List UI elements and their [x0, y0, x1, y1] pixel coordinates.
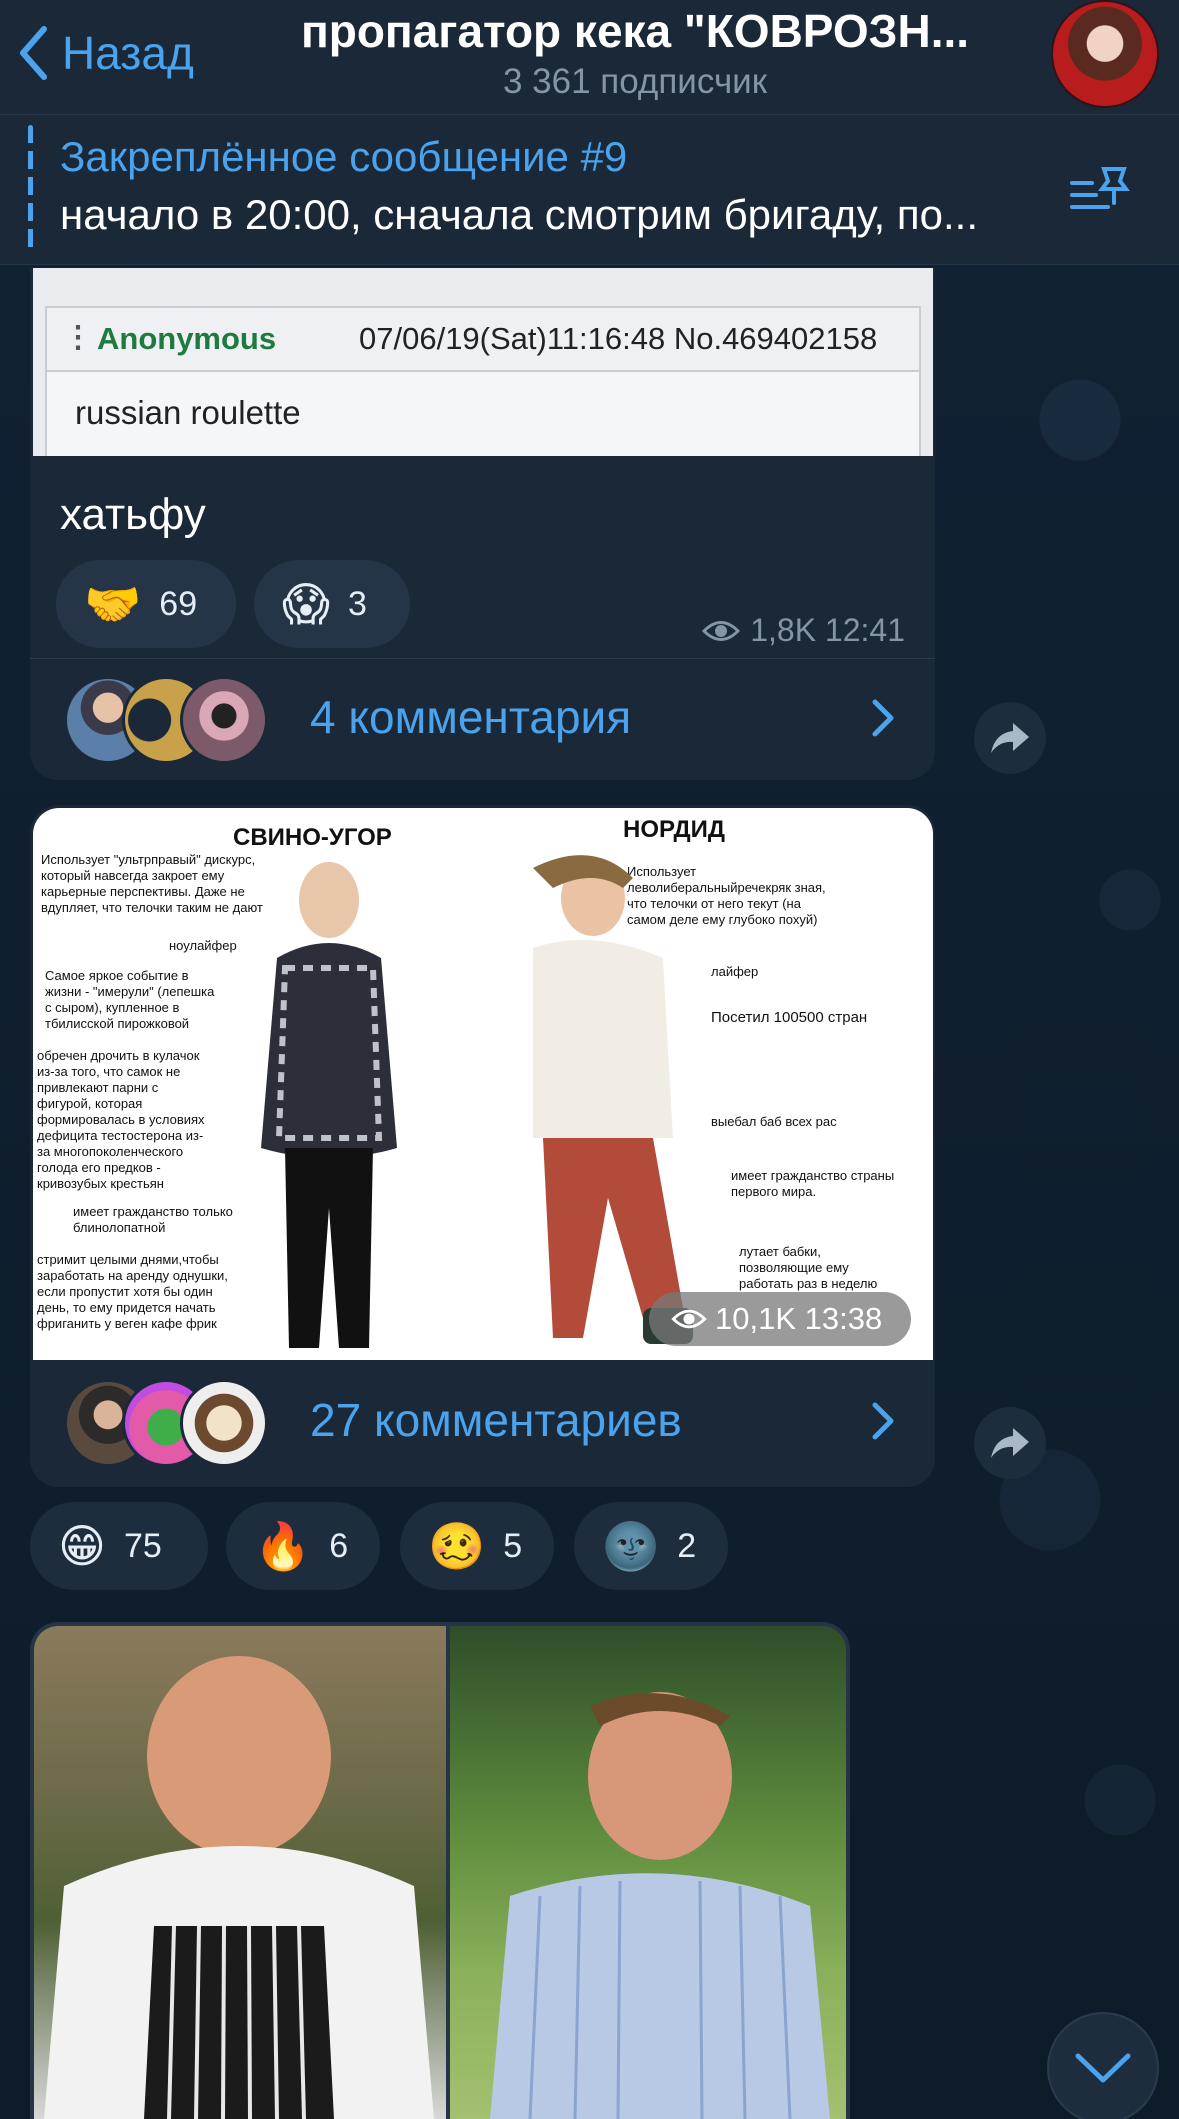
reaction-count: 5	[503, 1526, 523, 1565]
back-button[interactable]: Назад	[18, 18, 194, 88]
photo-person-right	[490, 1692, 830, 2119]
photo-left-half[interactable]	[34, 1626, 446, 2119]
reaction-scream[interactable]: 😱 3	[254, 560, 410, 648]
forum-screenshot-image[interactable]: ⋮ Anonymous 07/06/19(Sat)11:16:48 No.469…	[33, 268, 933, 456]
moon-face-emoji: 🌚	[602, 1519, 660, 1572]
meme-left-figure	[261, 862, 397, 1348]
photo-person-left	[44, 1656, 434, 2119]
channel-avatar[interactable]	[1051, 0, 1159, 108]
woozy-emoji: 🥴	[428, 1519, 486, 1572]
comments-divider	[30, 658, 935, 659]
message-meta: 1,8K 12:41	[702, 612, 905, 649]
handshake-emoji: 🤝	[84, 577, 142, 630]
more-dots-icon: ⋮	[63, 321, 93, 354]
meme-note: Посетил 100500 стран	[711, 1009, 868, 1026]
view-count: 1,8K	[750, 612, 817, 648]
pinned-list-icon[interactable]	[1068, 163, 1132, 219]
chevron-left-icon	[20, 26, 47, 80]
pinned-message-bar[interactable]: Закреплённое сообщение #9 начало в 20:00…	[0, 115, 1179, 265]
screenshot-post-body: russian roulette	[45, 372, 921, 456]
meme-note: имеет гражданство страны первого мира.	[731, 1168, 895, 1199]
pinned-indicator	[28, 125, 33, 255]
pinned-title: Закреплённое сообщение #9	[60, 133, 628, 180]
chat-header: Назад пропагатор кека "КОВРОЗН... 3 361 …	[0, 0, 1179, 115]
commenter-avatar	[180, 676, 268, 764]
scroll-down-button[interactable]	[1047, 2012, 1159, 2119]
meme-note: лайфер	[711, 964, 759, 979]
screenshot-author: Anonymous	[97, 321, 277, 356]
message-bubble[interactable]: СВИНО-УГОР НОРДИД Использует "ультрправы…	[30, 805, 935, 1487]
reaction-grin[interactable]: 😁 75	[30, 1502, 208, 1590]
image-views-pill: 10,1K 13:38	[649, 1292, 911, 1346]
commenter-avatar	[180, 1379, 268, 1467]
message-time: 13:38	[804, 1301, 883, 1336]
fire-emoji: 🔥	[254, 1519, 312, 1572]
reaction-fire[interactable]: 🔥 6	[226, 1502, 380, 1590]
photo-right-half[interactable]	[450, 1626, 846, 2119]
pinned-text: начало в 20:00, сначала смотрим бригаду,…	[60, 191, 978, 238]
meme-note: выебал баб всех рас	[711, 1114, 837, 1129]
reaction-count: 75	[123, 1526, 162, 1565]
screenshot-date: 07/06/19(Sat)11:16:48 No.469402158	[359, 321, 878, 356]
reaction-woozy[interactable]: 🥴 5	[400, 1502, 554, 1590]
share-icon	[991, 1428, 1029, 1458]
comments-button[interactable]: 27 комментариев	[30, 1363, 935, 1483]
comments-count-label: 4 комментария	[310, 691, 632, 743]
reaction-moon[interactable]: 🌚 2	[574, 1502, 728, 1590]
message-time: 12:41	[824, 612, 905, 648]
meme-note: Самое яркое событие в жизни - "имерули" …	[45, 968, 215, 1031]
grin-emoji: 😁	[58, 1520, 106, 1572]
subscriber-count: 3 361 подписчик	[502, 62, 768, 101]
share-icon	[991, 723, 1029, 753]
meme-note: обречен дрочить в кулачок из-за того, чт…	[37, 1048, 205, 1191]
screenshot-post-header: ⋮ Anonymous 07/06/19(Sat)11:16:48 No.469…	[45, 306, 921, 372]
meme-right-figure	[533, 855, 693, 1344]
message-bubble[interactable]	[30, 1622, 850, 2119]
chevron-down-icon	[1075, 2053, 1131, 2083]
reaction-count: 69	[159, 584, 198, 623]
scream-emoji: 😱	[282, 578, 330, 630]
reaction-count: 6	[329, 1526, 349, 1565]
comments-button[interactable]: 4 комментария	[30, 660, 935, 780]
share-button[interactable]	[974, 1407, 1046, 1479]
view-count: 10,1K	[715, 1301, 797, 1336]
share-button[interactable]	[974, 702, 1046, 774]
comments-count-label: 27 комментариев	[310, 1394, 682, 1446]
meme-note: лутает бабки, позволяющие ему работать р…	[739, 1244, 878, 1291]
meme-note: стримит целыми днями,чтобы заработать на…	[37, 1252, 228, 1331]
chevron-right-icon	[872, 1402, 894, 1440]
reaction-count: 2	[677, 1526, 697, 1565]
message-text: хатьфу	[60, 490, 206, 539]
eye-icon	[671, 1309, 707, 1329]
message-bubble[interactable]: ⋮ Anonymous 07/06/19(Sat)11:16:48 No.469…	[30, 268, 935, 780]
chevron-right-icon	[872, 699, 894, 737]
reaction-count: 3	[347, 584, 367, 623]
reaction-handshake[interactable]: 🤝 69	[56, 560, 236, 648]
screenshot-text: russian roulette	[75, 394, 301, 431]
meme-image[interactable]: СВИНО-УГОР НОРДИД Использует "ультрправы…	[33, 808, 933, 1360]
eye-icon	[702, 620, 741, 641]
back-label: Назад	[62, 27, 194, 79]
channel-title[interactable]: пропагатор кека "КОВРОЗН...	[250, 4, 1020, 58]
